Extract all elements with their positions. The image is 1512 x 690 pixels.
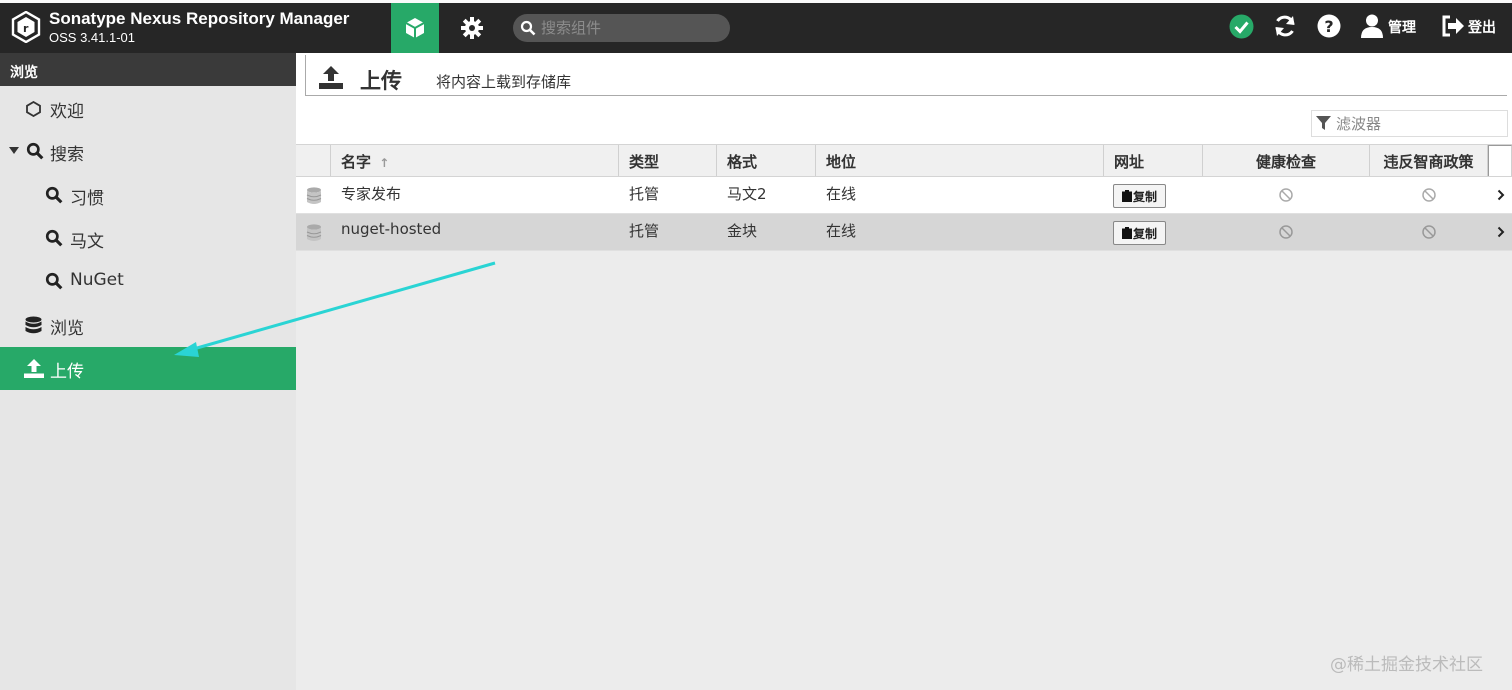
database-icon [25,316,42,334]
repository-icon [306,224,322,241]
admin-mode-button[interactable] [448,3,496,53]
clipboard-icon [1121,227,1132,239]
svg-text:r: r [23,22,29,35]
sidebar-item-browse[interactable]: 浏览 [0,304,296,347]
column-label: 网址 [1114,153,1145,171]
brand-title: Sonatype Nexus Repository Manager [49,9,350,28]
sidebar-item-label: 马文 [70,232,104,252]
page-title: 上传 [360,69,402,93]
logout-label[interactable]: 登出 [1468,17,1496,37]
column-label: 健康检查 [1255,153,1316,171]
column-status[interactable]: 地位 [816,145,1104,176]
column-menu[interactable] [1488,145,1512,176]
admin-label[interactable]: 管理 [1388,17,1416,37]
search-icon [45,186,63,204]
column-label: 名字 [341,153,372,171]
sidebar-item-search[interactable]: 搜索 [0,130,296,173]
browse-mode-button[interactable] [391,3,439,53]
search-input[interactable] [541,17,721,39]
column-name[interactable]: 名字 ↑ [331,145,619,176]
chevron-right-icon[interactable] [1497,226,1505,238]
sidebar-item-label: 浏览 [50,319,84,339]
main-panel: 上传 将内容上载到存储库 名字 ↑ 类型 格式 地位 网址 健康检查 违反智商政… [296,53,1512,690]
search-icon [26,142,44,160]
status-ok-icon[interactable] [1229,14,1254,39]
upload-icon [24,359,44,378]
table-row[interactable]: nuget-hosted 托管 金块 在线 复制 [296,214,1512,251]
brand-version: OSS 3.41.1-01 [49,30,135,45]
top-edge [0,0,1512,3]
sidebar-item-label: 习惯 [70,189,104,209]
filter-field[interactable] [1311,110,1508,137]
column-health-check[interactable]: 健康检查 [1203,145,1370,176]
copy-url-button[interactable]: 复制 [1113,184,1166,208]
filter-input[interactable] [1336,114,1501,133]
cube-icon [405,18,425,38]
page-description: 将内容上载到存储库 [436,73,572,91]
page-header-box: 上传 将内容上载到存储库 [305,55,1507,96]
copy-label: 复制 [1132,226,1157,241]
sidebar-item-welcome[interactable]: 欢迎 [0,87,296,130]
sidebar-item-custom[interactable]: 习惯 [0,174,296,217]
table-row[interactable]: 专家发布 托管 马文2 在线 复制 [296,177,1512,214]
sidebar-item-label: NuGet [70,270,124,290]
repo-name: nuget-hosted [341,220,442,238]
column-iq-policy[interactable]: 违反智商政策 [1370,145,1488,176]
caret-down-icon[interactable] [9,147,19,155]
disabled-icon [1279,188,1293,202]
search-components[interactable] [513,14,730,42]
toolbar [296,96,1512,144]
column-icon [296,145,331,176]
sidebar-item-label: 搜索 [50,145,84,165]
column-label: 类型 [629,153,660,171]
column-label: 格式 [727,153,758,171]
hexagon-icon [26,101,41,117]
search-icon [45,272,63,290]
sidebar-item-maven[interactable]: 马文 [0,217,296,260]
chevron-right-icon[interactable] [1497,189,1505,201]
column-format[interactable]: 格式 [717,145,816,176]
clipboard-icon [1121,190,1132,202]
sidebar-item-nuget[interactable]: NuGet [0,260,296,303]
sort-ascending-icon: ↑ [379,156,390,170]
sidebar-item-upload[interactable]: 上传 [0,347,296,390]
help-icon[interactable]: ? [1317,14,1341,38]
disabled-icon [1422,188,1436,202]
gear-icon [461,17,483,39]
sidebar: 浏览 欢迎 搜索 习惯 马文 NuGet 浏览 上传 [0,53,296,690]
repo-type: 托管 [629,222,660,240]
watermark: @稀土掘金技术社区 [1330,655,1483,675]
sidebar-item-label: 欢迎 [50,102,84,122]
user-icon[interactable] [1361,14,1383,38]
column-label: 地位 [826,153,857,171]
disabled-icon [1422,225,1436,239]
column-type[interactable]: 类型 [619,145,717,176]
sign-out-icon[interactable] [1441,14,1465,38]
copy-label: 复制 [1132,189,1157,204]
filter-icon [1316,116,1331,130]
table-header: 名字 ↑ 类型 格式 地位 网址 健康检查 违反智商政策 [296,144,1512,177]
top-bar: r Sonatype Nexus Repository Manager OSS … [0,0,1512,53]
sidebar-header: 浏览 [0,53,296,86]
repo-type: 托管 [629,185,660,203]
repo-status: 在线 [826,185,857,203]
repository-icon [306,187,322,204]
column-label: 违反智商政策 [1383,153,1474,171]
repo-format: 金块 [727,222,758,240]
disabled-icon [1279,225,1293,239]
copy-url-button[interactable]: 复制 [1113,221,1166,245]
sidebar-item-label: 上传 [50,362,84,382]
column-url[interactable]: 网址 [1104,145,1203,176]
search-icon [520,20,536,36]
repo-format: 马文2 [727,185,767,203]
search-icon [45,229,63,247]
repo-status: 在线 [826,222,857,240]
refresh-icon[interactable] [1273,14,1297,38]
repo-name: 专家发布 [341,185,402,203]
nexus-logo-icon[interactable]: r [10,11,42,43]
svg-text:?: ? [1324,17,1333,36]
upload-icon [319,66,343,89]
